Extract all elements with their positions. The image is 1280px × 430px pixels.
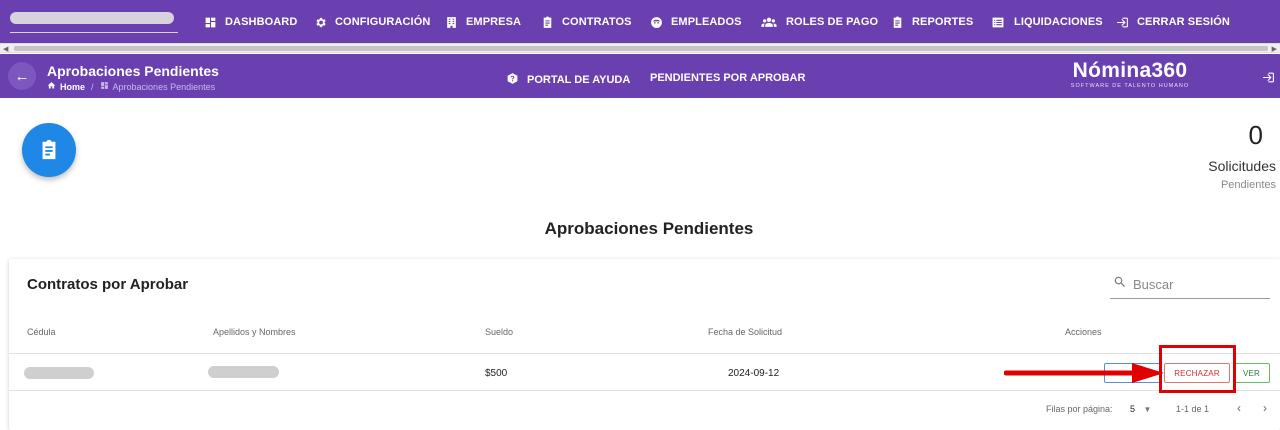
nav-liquidaciones-label: LIQUIDACIONES [1014,16,1103,28]
arrow-left-icon: ← [14,67,30,85]
rows-per-page-value: 5 [1130,404,1136,414]
chevron-down-icon: ▼ [1143,405,1152,414]
help-portal-link[interactable]: PORTAL DE AYUDA [506,72,630,88]
brand-tagline: SOFTWARE DE TALENTO HUMANO [1070,83,1190,89]
annotation-arrow [1004,363,1164,383]
pending-count-label: Solicitudes [1208,158,1276,174]
column-header-nombres[interactable]: Apellidos y Nombres [213,327,296,337]
nav-cerrar-sesion[interactable]: CERRAR SESIÓN [1116,12,1230,32]
search-icon [1113,275,1127,294]
brand-name: Nómina360 [1072,59,1188,82]
top-navbar: DASHBOARD CONFIGURACIÓN EMPRESA CONTRATO… [0,0,1280,43]
nombres-redacted [208,366,279,378]
rows-per-page-select[interactable]: 5 ▼ [1130,404,1151,414]
nav-dashboard[interactable]: DASHBOARD [204,12,297,32]
nav-empresa-label: EMPRESA [466,16,522,28]
face-icon [650,16,663,29]
column-header-sueldo[interactable]: Sueldo [485,327,513,337]
horizontal-scrollbar[interactable]: ◀ ▶ [0,43,1280,53]
scroll-right-icon[interactable]: ▶ [1272,45,1277,53]
nav-reportes[interactable]: REPORTES [891,12,973,32]
previous-page-icon[interactable]: ‹ [1232,400,1246,416]
cedula-redacted [24,367,94,379]
nav-dashboard-label: DASHBOARD [225,16,298,28]
home-icon [47,81,56,92]
scroll-left-icon[interactable]: ◀ [3,45,8,53]
next-page-icon[interactable]: › [1258,400,1272,416]
group-icon [760,16,778,29]
rows-per-page-label: Filas por página: [1046,404,1113,414]
nav-roles-de-pago-label: ROLES DE PAGO [786,16,879,28]
search-input[interactable] [1133,277,1263,292]
company-selector[interactable] [10,11,178,33]
gear-icon [314,16,327,29]
page-header: ← Aprobaciones Pendientes Home / Aprobac… [0,54,1280,98]
page-title: Aprobaciones Pendientes [47,63,219,79]
pending-requests-icon [22,123,76,177]
building-icon [445,16,458,29]
nav-cerrar-sesion-label: CERRAR SESIÓN [1137,16,1230,28]
company-selector-redacted [10,12,174,24]
breadcrumb-current: Aprobaciones Pendientes [112,81,216,92]
breadcrumb-home[interactable]: Home [60,82,85,92]
search-box[interactable] [1110,271,1270,299]
nav-reportes-label: REPORTES [912,16,974,28]
pending-approval-link[interactable]: PENDIENTES POR APROBAR [650,72,805,84]
nav-empleados[interactable]: EMPLEADOS [650,12,742,32]
breadcrumb-separator: / [91,81,94,92]
cell-fecha: 2024-09-12 [728,368,780,379]
nav-empleados-label: EMPLEADOS [671,16,742,28]
column-header-fecha[interactable]: Fecha de Solicitud [708,327,782,337]
list-icon [990,16,1006,29]
table-title: Contratos por Aprobar [27,276,189,293]
help-icon [506,72,519,88]
clipboard-icon [541,16,554,29]
contracts-table-card: Contratos por Aprobar Cédula Apellidos y… [9,259,1280,430]
cell-sueldo: $500 [485,368,508,379]
dashboard-icon [204,16,217,29]
nav-roles-de-pago[interactable]: ROLES DE PAGO [760,12,878,32]
annotation-highlight-box [1159,345,1236,393]
nav-configuracion-label: CONFIGURACIÓN [335,16,431,28]
help-portal-label: PORTAL DE AYUDA [527,74,631,86]
nav-contratos-label: CONTRATOS [562,16,632,28]
nav-liquidaciones[interactable]: LIQUIDACIONES [990,12,1103,32]
table-divider [9,390,1280,391]
clipboard-icon [891,16,904,29]
scrollbar-thumb[interactable] [14,46,1268,51]
section-title: Aprobaciones Pendientes [544,219,754,238]
pending-approval-label: PENDIENTES POR APROBAR [650,72,806,84]
pending-count-sublabel: Pendientes [1220,179,1276,191]
logout-icon [1116,16,1129,29]
back-button[interactable]: ← [8,62,36,90]
dashboard-icon [100,81,109,92]
breadcrumb: Home / Aprobaciones Pendientes [47,81,215,92]
view-button[interactable]: VER [1233,363,1270,383]
pending-count: 0 [1248,120,1263,150]
nav-contratos[interactable]: CONTRATOS [541,12,632,32]
nav-empresa[interactable]: EMPRESA [445,12,521,32]
logout-icon[interactable] [1262,71,1275,84]
brand-logo: Nómina360 SOFTWARE DE TALENTO HUMANO [1060,59,1200,90]
column-header-cedula[interactable]: Cédula [27,327,56,337]
column-header-acciones: Acciones [1065,327,1102,337]
nav-configuracion[interactable]: CONFIGURACIÓN [314,12,430,32]
table-divider [9,353,1280,354]
pagination-range: 1-1 de 1 [1176,404,1210,414]
